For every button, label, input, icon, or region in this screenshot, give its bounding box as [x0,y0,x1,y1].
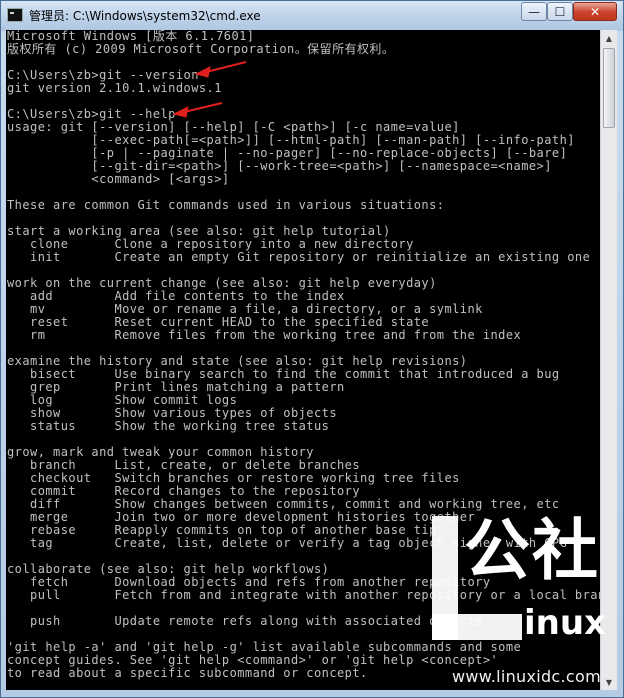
watermark-url: www.linuxidc.com [452,667,601,686]
scroll-down-arrow-icon[interactable]: ▼ [601,674,617,690]
close-button[interactable]: ✕ [573,2,617,21]
maximize-button[interactable]: ☐ [547,2,573,21]
vertical-scrollbar[interactable]: ▲ ▼ [600,30,617,690]
scrollbar-thumb[interactable] [603,48,615,128]
minimize-button[interactable]: — [521,2,547,21]
console-text: Microsoft Windows [版本 6.1.7601] 版权所有 (c)… [7,30,600,680]
title-bar[interactable]: 管理员: C:\Windows\system32\cmd.exe — ☐ ✕ [1,1,623,31]
window-title: 管理员: C:\Windows\system32\cmd.exe [29,9,261,23]
console-output[interactable]: Microsoft Windows [版本 6.1.7601] 版权所有 (c)… [6,30,600,690]
cmd-app-icon[interactable] [7,8,23,22]
scroll-up-arrow-icon[interactable]: ▲ [601,30,617,46]
